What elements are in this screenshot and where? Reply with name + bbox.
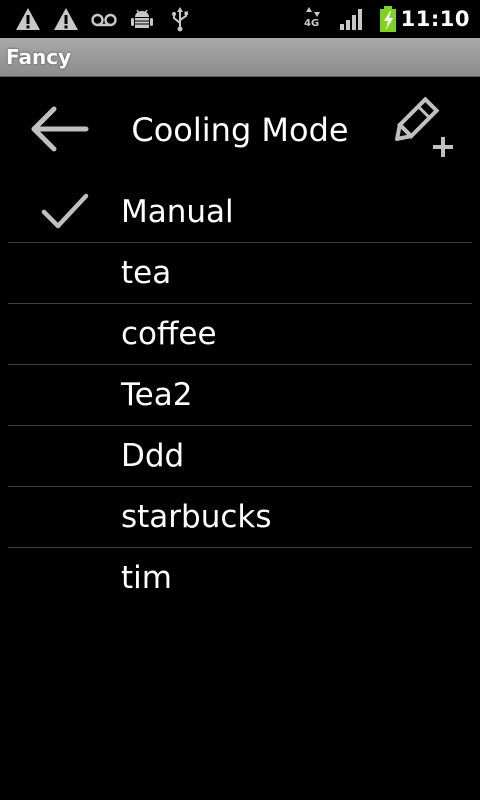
- list-item-label: coffee: [121, 316, 217, 352]
- list-item-manual[interactable]: Manual: [0, 182, 480, 243]
- list-item-tim[interactable]: tim: [0, 548, 480, 609]
- signal-icon: [340, 9, 362, 30]
- voicemail-icon: [91, 13, 117, 27]
- app-title: Fancy: [6, 45, 72, 69]
- usb-icon: [172, 7, 188, 32]
- list-item-label: Tea2: [121, 377, 193, 413]
- network-label: 4G: [304, 18, 320, 29]
- list-item-label: tim: [121, 560, 172, 596]
- list-item-label: Manual: [121, 194, 234, 230]
- list-item-label: starbucks: [121, 499, 272, 535]
- list-item-tea2[interactable]: Tea2: [0, 365, 480, 426]
- cooling-mode-list: Manual tea coffee Tea2 Ddd starbucks tim: [0, 182, 480, 609]
- app-title-bar: Fancy: [0, 38, 480, 77]
- android-debug-icon: [131, 9, 153, 28]
- list-item-starbucks[interactable]: starbucks: [0, 487, 480, 548]
- list-item-label: Ddd: [121, 438, 185, 474]
- list-item-tea[interactable]: tea: [0, 243, 480, 304]
- status-time: 11:10: [400, 7, 470, 31]
- battery-charging-icon: [380, 6, 396, 32]
- warning-icon: [54, 8, 78, 30]
- list-item-label: tea: [121, 255, 172, 291]
- status-bar: 4G 11:10: [0, 0, 480, 38]
- checkmark-icon: [41, 193, 89, 229]
- screen: 4G 11:10 Fancy Cooling Mode Manual tea c…: [0, 0, 480, 800]
- header: Cooling Mode: [0, 76, 480, 180]
- edit-add-icon[interactable]: [386, 94, 458, 164]
- list-item-coffee[interactable]: coffee: [0, 304, 480, 365]
- list-item-ddd[interactable]: Ddd: [0, 426, 480, 487]
- warning-icon: [16, 8, 40, 30]
